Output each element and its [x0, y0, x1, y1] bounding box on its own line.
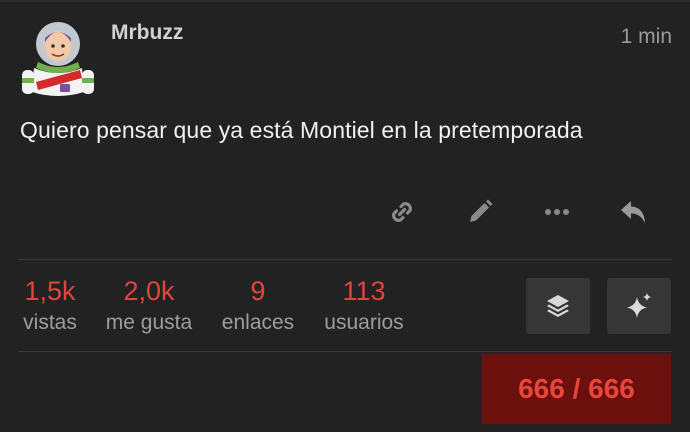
stat-views: 1,5k vistas — [18, 275, 82, 337]
summarize-button[interactable] — [526, 278, 590, 334]
top-border — [0, 0, 690, 2]
stat-users-value: 113 — [342, 276, 386, 306]
ai-assist-button[interactable] — [607, 278, 671, 334]
topic-progress-label: 666 / 666 — [518, 373, 635, 404]
reply-arrow-icon — [621, 201, 645, 223]
layers-icon — [547, 295, 569, 317]
sparkle-icon — [627, 293, 651, 318]
buzz-lightyear-avatar-icon — [22, 22, 94, 96]
stat-likes-value: 2,0k — [123, 276, 175, 306]
divider-bottom — [18, 351, 672, 352]
stat-links[interactable]: 9 enlaces — [216, 275, 300, 337]
more-options-button[interactable] — [537, 192, 577, 232]
ellipsis-icon — [545, 209, 569, 215]
stat-users[interactable]: 113 usuarios — [318, 275, 410, 337]
link-icon — [392, 202, 412, 222]
reply-button[interactable] — [614, 192, 654, 232]
topic-progress[interactable]: 666 / 666 — [482, 354, 671, 424]
edit-button[interactable] — [460, 192, 500, 232]
stat-users-label: usuarios — [324, 311, 404, 334]
pencil-icon — [470, 199, 493, 222]
stat-links-value: 9 — [250, 276, 266, 306]
username[interactable]: Mrbuzz — [111, 21, 183, 45]
divider-top — [18, 259, 672, 260]
post-body: Quiero pensar que ya está Montiel en la … — [20, 117, 583, 143]
stat-views-label: vistas — [23, 311, 77, 334]
copy-link-button[interactable] — [382, 192, 422, 232]
stat-links-label: enlaces — [221, 311, 295, 334]
stat-likes: 2,0k me gusta — [99, 275, 199, 337]
post-time[interactable]: 1 min — [621, 25, 672, 49]
stat-likes-label: me gusta — [105, 311, 193, 334]
stat-views-value: 1,5k — [24, 276, 76, 306]
avatar[interactable] — [16, 20, 100, 100]
